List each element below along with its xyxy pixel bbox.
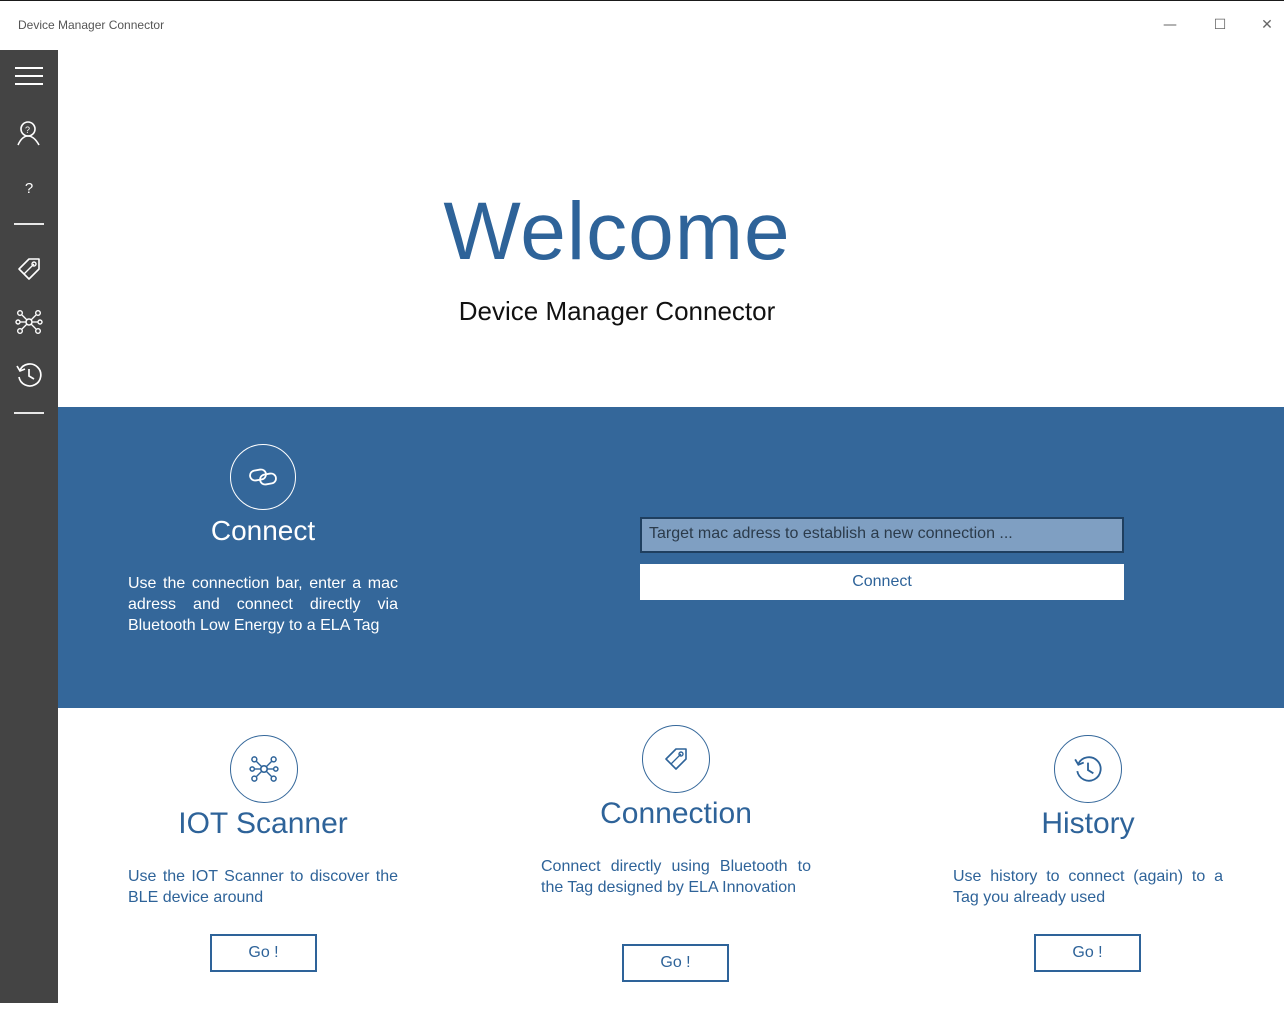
connect-section: Connect Use the connection bar, enter a …	[58, 407, 1284, 708]
iot-scanner-description: Use the IOT Scanner to discover the BLE …	[128, 868, 398, 906]
history-icon	[16, 363, 42, 387]
window-title: Device Manager Connector	[18, 18, 165, 32]
connection-description: Connect directly using Bluetooth to the …	[541, 858, 811, 896]
history-icon-circle	[1054, 735, 1122, 803]
window-top-border	[0, 0, 1284, 8]
maximize-button[interactable]: ☐	[1205, 14, 1235, 36]
connect-button[interactable]: Connect	[640, 564, 1124, 600]
iot-scanner-go-button[interactable]: Go !	[210, 934, 317, 972]
main-content: Welcome Device Manager Connector Connect…	[58, 50, 1284, 1003]
tag-icon	[665, 748, 687, 770]
history-title: History	[1041, 807, 1135, 840]
network-icon	[249, 756, 279, 782]
svg-text:?: ?	[25, 125, 30, 135]
minimize-button[interactable]: —	[1155, 14, 1185, 36]
welcome-heading: Welcome	[443, 186, 791, 277]
connect-description: Use the connection bar, enter a mac adre…	[128, 575, 398, 634]
connection-card: Connection Connect directly using Blueto…	[541, 720, 821, 1010]
iot-scanner-title: IOT Scanner	[178, 807, 348, 840]
history-icon	[1074, 756, 1102, 782]
title-bar: Device Manager Connector — ☐ ✕	[0, 8, 1284, 42]
history-description: Use history to connect (again) to a Tag …	[953, 868, 1223, 906]
connection-icon-circle	[642, 725, 710, 793]
history-go-button[interactable]: Go !	[1034, 934, 1141, 972]
history-card: History Use history to connect (again) t…	[953, 730, 1233, 1020]
iot-scanner-icon-circle	[230, 735, 298, 803]
close-button[interactable]: ✕	[1252, 14, 1282, 36]
app-subtitle: Device Manager Connector	[458, 296, 776, 326]
mac-address-input[interactable]: Target mac adress to establish a new con…	[640, 517, 1124, 553]
connection-title: Connection	[600, 797, 752, 830]
hamburger-menu-icon	[15, 67, 43, 85]
link-icon	[249, 468, 277, 486]
person-help-icon: ?	[17, 121, 40, 146]
connect-icon-circle	[230, 444, 296, 510]
connect-title: Connect	[210, 515, 316, 546]
hamburger-menu-button[interactable]	[0, 52, 58, 100]
hero-section: Welcome Device Manager Connector	[58, 50, 1284, 407]
connection-go-button[interactable]: Go !	[622, 944, 729, 982]
sidebar-item-history[interactable]	[0, 351, 58, 399]
sidebar-separator	[14, 412, 44, 414]
iot-scanner-card: IOT Scanner Use the IOT Scanner to disco…	[128, 730, 408, 1020]
sidebar-item-help-person[interactable]: ?	[0, 109, 58, 157]
